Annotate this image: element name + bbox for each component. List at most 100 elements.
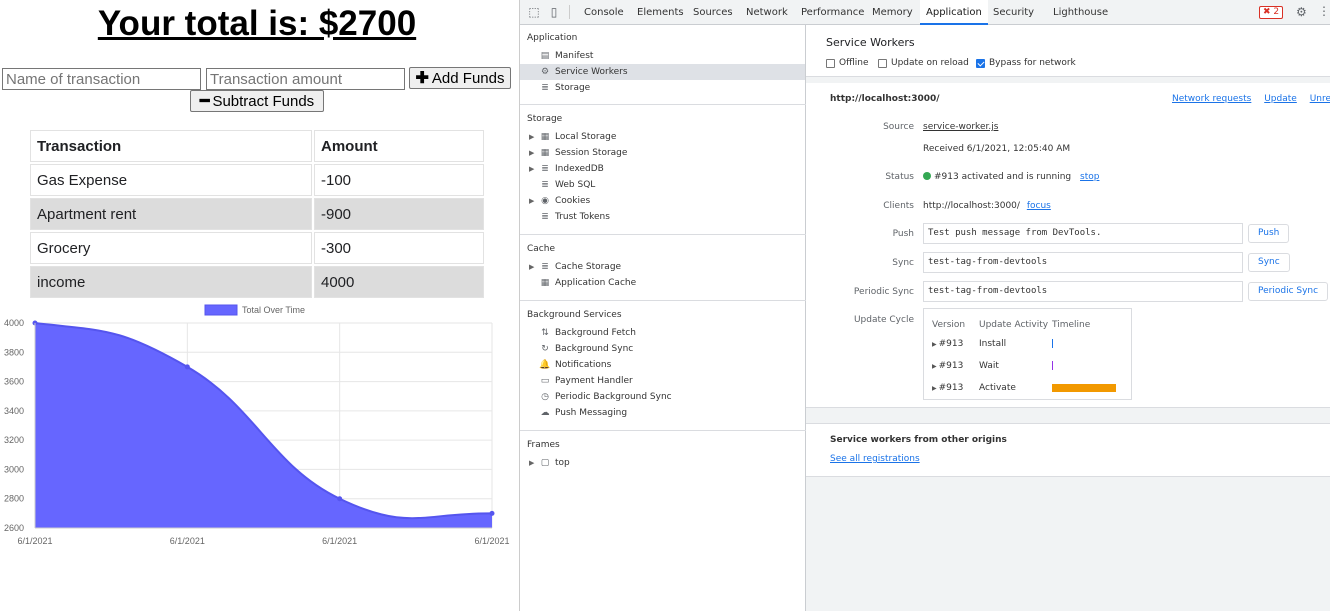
expand-arrow-icon: ▶: [932, 341, 937, 348]
subtract-funds-button[interactable]: ━ Subtract Funds: [190, 90, 324, 112]
bypass-label: Bypass for network: [989, 58, 1076, 68]
expand-arrow-icon[interactable]: ▶: [529, 193, 534, 209]
clients-value: http://localhost:3000/ focus: [923, 201, 1051, 211]
sidebar-item-storage[interactable]: ≣ Storage: [520, 80, 805, 96]
sidebar-item-push-messaging[interactable]: ☁ Push Messaging: [520, 405, 805, 421]
error-count-badge[interactable]: ✖ 2: [1259, 6, 1284, 19]
network-requests-link[interactable]: Network requests: [1172, 94, 1251, 104]
sidebar-item-payment-handler[interactable]: ▭ Payment Handler: [520, 373, 805, 389]
tab-console[interactable]: Console: [578, 0, 630, 25]
source-label: Source: [883, 122, 914, 132]
focus-link[interactable]: focus: [1027, 201, 1051, 211]
add-funds-button[interactable]: ✚ Add Funds: [409, 67, 511, 89]
tab-sources[interactable]: Sources: [687, 0, 739, 25]
tab-security[interactable]: Security: [987, 0, 1040, 25]
source-link[interactable]: service-worker.js: [923, 122, 998, 132]
expand-arrow-icon[interactable]: ▶: [529, 129, 534, 145]
tab-performance[interactable]: Performance: [795, 0, 870, 25]
transaction-name-input[interactable]: [2, 68, 201, 90]
sidebar-section-title: Application: [527, 33, 578, 43]
push-message-input[interactable]: Test push message from DevTools.: [923, 223, 1243, 244]
status-text: #913 activated and is running: [934, 172, 1072, 182]
database-icon: ≣: [541, 262, 549, 272]
column-header-transaction: Transaction: [30, 130, 312, 162]
bypass-for-network-checkbox[interactable]: Bypass for network: [976, 58, 1076, 68]
sync-tag-input[interactable]: test-tag-from-devtools: [923, 252, 1243, 273]
sidebar-item-label: Application Cache: [555, 278, 637, 288]
sw-registration-panel: http://localhost:3000/ Network requests …: [806, 83, 1330, 408]
tab-application[interactable]: Application: [920, 0, 988, 25]
sidebar-item-label: Trust Tokens: [555, 212, 610, 222]
table-row: Grocery -300: [30, 232, 484, 264]
sidebar-section-title: Background Services: [527, 310, 622, 320]
sidebar-item-notifications[interactable]: 🔔 Notifications: [520, 357, 805, 373]
uc-row-version[interactable]: ▶ #913: [932, 383, 963, 393]
bell-icon: 🔔: [539, 360, 551, 370]
sidebar-item-indexeddb[interactable]: ▶ ≣ IndexedDB: [520, 161, 805, 177]
sw-actions: Network requests Update Unregi: [1172, 94, 1330, 104]
tab-network[interactable]: Network: [740, 0, 794, 25]
expand-arrow-icon[interactable]: ▶: [529, 455, 534, 471]
y-tick-label: 4000: [4, 318, 24, 328]
push-button[interactable]: Push: [1248, 224, 1290, 243]
sidebar-item-web-sql[interactable]: ≣ Web SQL: [520, 177, 805, 193]
more-options-icon[interactable]: ⋮: [1318, 4, 1330, 18]
table-row: Apartment rent -900: [30, 198, 484, 230]
sidebar-item-service-workers[interactable]: ⚙ Service Workers: [520, 64, 805, 80]
settings-gear-icon[interactable]: ⚙: [1296, 5, 1307, 19]
status-running-icon: [923, 172, 931, 180]
y-tick-label: 3600: [4, 377, 24, 387]
sidebar-item-local-storage[interactable]: ▶ ▦ Local Storage: [520, 129, 805, 145]
transaction-name: Grocery: [30, 232, 312, 264]
sidebar-item-cookies[interactable]: ▶ ◉ Cookies: [520, 193, 805, 209]
timeline-activate-bar: [1052, 384, 1116, 392]
periodic-sync-tag-input[interactable]: test-tag-from-devtools: [923, 281, 1243, 302]
application-sidebar: Application ▤ Manifest ⚙ Service Workers ≣ Sto…: [520, 25, 806, 611]
sidebar-item-label: Background Sync: [555, 344, 634, 354]
sw-header: Service Workers Offline Update on reload…: [806, 25, 1330, 77]
uc-row-version[interactable]: ▶ #913: [932, 339, 963, 349]
transaction-amount-input[interactable]: [206, 68, 405, 90]
sw-origin: http://localhost:3000/: [830, 94, 940, 104]
tab-elements[interactable]: Elements: [631, 0, 690, 25]
device-toolbar-icon[interactable]: ▯: [547, 5, 561, 19]
sidebar-item-periodic-background-sync[interactable]: ◷ Periodic Background Sync: [520, 389, 805, 405]
periodic-sync-button[interactable]: Periodic Sync: [1248, 282, 1329, 301]
clients-label: Clients: [883, 201, 914, 211]
tab-lighthouse[interactable]: Lighthouse: [1047, 0, 1114, 25]
sync-button[interactable]: Sync: [1248, 253, 1290, 272]
sidebar-item-label: Manifest: [555, 51, 594, 61]
expand-arrow-icon: ▶: [932, 385, 937, 392]
sidebar-item-application-cache[interactable]: ▦ Application Cache: [520, 275, 805, 291]
expand-arrow-icon[interactable]: ▶: [529, 145, 534, 161]
unregister-link[interactable]: Unregi: [1310, 94, 1330, 104]
sidebar-item-background-sync[interactable]: ↻ Background Sync: [520, 341, 805, 357]
frame-icon: ▢: [540, 458, 550, 468]
sidebar-item-trust-tokens[interactable]: ≣ Trust Tokens: [520, 209, 805, 225]
tab-memory[interactable]: Memory: [866, 0, 919, 25]
uc-row-version[interactable]: ▶ #913: [932, 361, 963, 371]
expand-arrow-icon[interactable]: ▶: [529, 259, 534, 275]
update-link[interactable]: Update: [1264, 94, 1297, 104]
total-over-time-chart: 2600 2800 3000 3200 3400 3600 3800 4000 6/1/2021…: [0, 300, 519, 550]
sidebar-item-background-fetch[interactable]: ⇅ Background Fetch: [520, 325, 805, 341]
expand-arrow-icon[interactable]: ▶: [529, 161, 534, 177]
y-tick-label: 3000: [4, 464, 24, 474]
sidebar-item-label: Periodic Background Sync: [555, 392, 672, 402]
stop-link[interactable]: stop: [1080, 172, 1099, 182]
sync-icon: ↻: [541, 344, 549, 354]
update-on-reload-checkbox[interactable]: Update on reload: [878, 58, 969, 68]
sidebar-item-session-storage[interactable]: ▶ ▦ Session Storage: [520, 145, 805, 161]
offline-label: Offline: [839, 58, 869, 68]
cookie-icon: ◉: [541, 196, 549, 206]
offline-checkbox[interactable]: Offline: [826, 58, 869, 68]
sidebar-item-cache-storage[interactable]: ▶ ≣ Cache Storage: [520, 259, 805, 275]
sidebar-item-top[interactable]: ▶ ▢ top: [520, 455, 805, 471]
x-tick-label: 6/1/2021: [17, 536, 52, 546]
data-point: [489, 510, 495, 516]
sidebar-item-manifest[interactable]: ▤ Manifest: [520, 48, 805, 64]
error-icon: ✖: [1263, 7, 1271, 17]
see-all-registrations-link[interactable]: See all registrations: [830, 454, 920, 464]
sidebar-divider: [520, 234, 806, 235]
inspect-element-icon[interactable]: ⬚: [527, 5, 541, 19]
